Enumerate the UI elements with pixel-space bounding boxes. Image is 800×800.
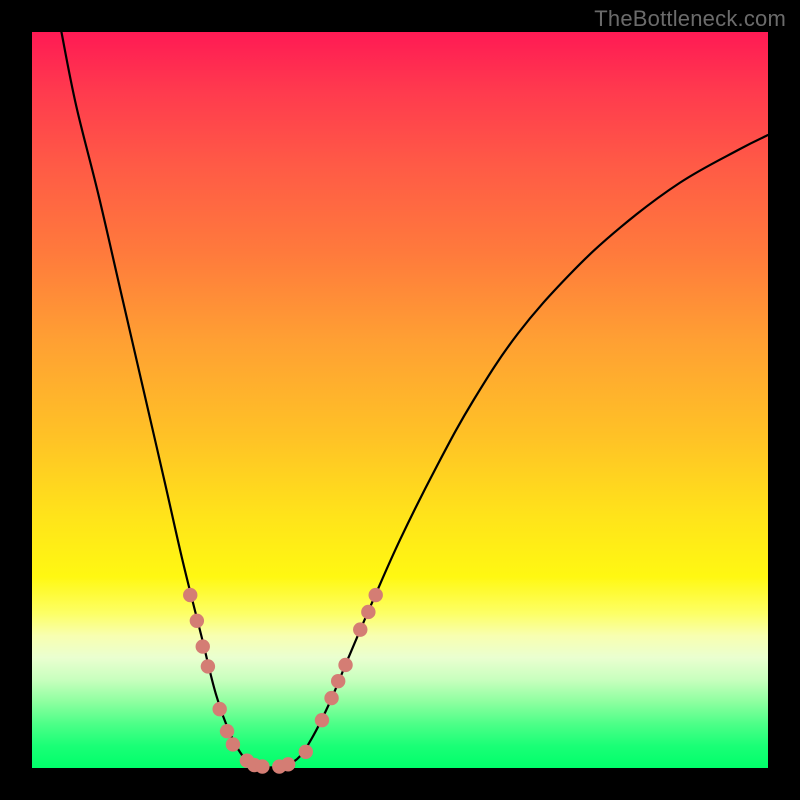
- curve-marker: [255, 759, 269, 773]
- curve-marker: [226, 737, 240, 751]
- curve-marker: [353, 622, 367, 636]
- curve-marker: [196, 639, 210, 653]
- bottleneck-curve: [61, 32, 768, 768]
- curve-marker: [212, 702, 226, 716]
- curve-marker: [338, 658, 352, 672]
- curve-marker: [220, 724, 234, 738]
- curve-marker: [190, 614, 204, 628]
- plot-area: [32, 32, 768, 768]
- curve-marker: [183, 588, 197, 602]
- curve-marker: [331, 674, 345, 688]
- curve-marker: [299, 745, 313, 759]
- curve-marker: [201, 659, 215, 673]
- curve-marker: [315, 713, 329, 727]
- curve-marker: [281, 757, 295, 771]
- chart-frame: TheBottleneck.com: [0, 0, 800, 800]
- curve-marker: [361, 605, 375, 619]
- watermark-text: TheBottleneck.com: [594, 6, 786, 32]
- curve-marker: [324, 691, 338, 705]
- curve-svg: [32, 32, 768, 768]
- curve-marker: [369, 588, 383, 602]
